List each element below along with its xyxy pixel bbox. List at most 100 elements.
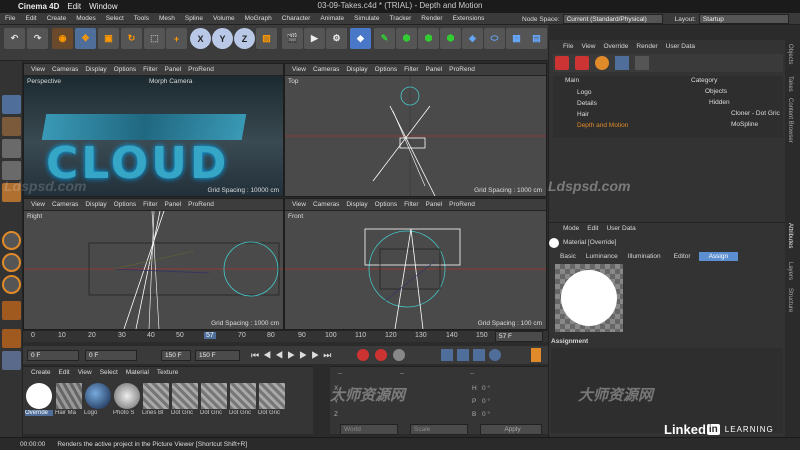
param-key-icon[interactable] [489,349,501,361]
redo-icon[interactable]: ↷ [27,28,48,49]
vp-menu-filter[interactable]: Filter [404,201,418,208]
vtab-objects[interactable]: Objects [787,44,793,64]
vp-menu-display[interactable]: Display [85,201,106,208]
live-select-icon[interactable]: ◉ [52,28,73,49]
category-objects[interactable]: Objects [705,87,727,97]
viewport-canvas[interactable]: Top Grid Spacing : 1000 cm [285,76,546,196]
coord-mode-select[interactable]: Scale [410,424,468,435]
vp-menu-options[interactable]: Options [114,66,136,73]
timeline-playhead[interactable]: 57 [204,332,216,339]
tab-editor[interactable]: Editor [666,252,699,261]
pen-icon[interactable]: ✎ [374,28,395,49]
menu-spline[interactable]: Spline [180,15,208,22]
vp-menu-panel[interactable]: Panel [426,201,443,208]
menu-mograph[interactable]: MoGraph [240,15,277,22]
vtab-content-browser[interactable]: Content Browser [787,98,793,143]
keyframe-selection-icon[interactable] [393,349,405,361]
vp-menu-options[interactable]: Options [114,201,136,208]
scale-icon[interactable]: ▣ [98,28,119,49]
render-view-icon[interactable]: 🎬 [282,28,303,49]
material-label[interactable]: Logo [84,410,112,416]
tab-illumination[interactable]: Illumination [623,252,666,261]
tab-basic[interactable]: Basic [555,252,581,261]
field-icon[interactable]: ⬭ [484,28,505,49]
snap-icon[interactable] [2,231,21,250]
mac-edit-menu[interactable]: Edit [67,2,81,11]
take-item-hair[interactable]: Hair [577,110,589,120]
take-auto-icon[interactable] [615,56,629,70]
vp-menu-display[interactable]: Display [346,201,367,208]
material-label[interactable]: Dot Gric [171,410,199,416]
menu-create[interactable]: Create [42,15,72,22]
vp-menu-prorender[interactable]: ProRend [188,66,214,73]
coordinate-system-icon[interactable]: ▧ [256,28,277,49]
grid-icon[interactable] [2,351,21,370]
mat-menu-texture[interactable]: Texture [157,369,178,376]
vtab-structure[interactable]: Structure [787,288,793,312]
menu-tracker[interactable]: Tracker [384,15,416,22]
mac-window-menu[interactable]: Window [89,2,117,11]
material-swatch[interactable] [230,383,256,409]
snap-settings-icon[interactable] [2,253,21,272]
material-swatch[interactable] [26,383,52,409]
material-label[interactable]: Override [25,410,53,416]
attr-menu-user-data[interactable]: User Data [606,225,635,232]
vp-menu-options[interactable]: Options [375,201,397,208]
takes-menu-file[interactable]: File [563,43,573,50]
render-settings-icon[interactable]: ⚙ [326,28,347,49]
vtab-takes[interactable]: Takes [787,76,793,92]
menu-select[interactable]: Select [101,15,129,22]
vp-menu-view[interactable]: View [292,66,306,73]
menu-render[interactable]: Render [416,15,447,22]
move-icon[interactable]: ✥ [75,28,96,49]
subdivision-icon[interactable]: ⬢ [396,28,417,49]
vp-menu-cameras[interactable]: Cameras [52,201,78,208]
menu-extensions[interactable]: Extensions [448,15,490,22]
coord-system-select[interactable]: World [340,424,398,435]
menu-animate[interactable]: Animate [315,15,349,22]
material-label[interactable]: Dot Gric [229,410,257,416]
take-add-icon[interactable] [555,56,569,70]
render-picture-viewer-icon[interactable]: ▶ [304,28,325,49]
cube-icon[interactable]: ◆ [350,28,371,49]
takes-menu-render[interactable]: Render [636,43,657,50]
model-mode-icon[interactable] [2,95,21,114]
vp-menu-view[interactable]: View [31,66,45,73]
attr-menu-mode[interactable]: Mode [563,225,579,232]
axis-icon[interactable]: + [166,28,187,49]
deformer-icon[interactable]: ◈ [462,28,483,49]
tab-assign[interactable]: Assign [698,252,739,261]
array-icon[interactable]: ⬢ [418,28,439,49]
menu-volume[interactable]: Volume [208,15,240,22]
viewport-canvas[interactable]: Right Grid Spacing : 1000 cm [24,211,283,329]
vp-menu-display[interactable]: Display [346,66,367,73]
autokey-icon[interactable] [375,349,387,361]
current-frame-field[interactable]: 57 F [495,331,543,342]
preview-end-field[interactable]: 150 F [161,350,191,361]
vp-menu-filter[interactable]: Filter [143,66,157,73]
points-mode-icon[interactable] [2,139,21,158]
vp-menu-filter[interactable]: Filter [143,201,157,208]
vp-menu-cameras[interactable]: Cameras [313,66,339,73]
menu-mesh[interactable]: Mesh [154,15,180,22]
material-label[interactable]: Dot Gric [200,410,228,416]
coord-h-value[interactable]: 0 ° [482,385,490,392]
viewport-right[interactable]: View Cameras Display Options Filter Pane… [23,198,284,330]
category-cloner[interactable]: Cloner - Dot Gric [731,109,780,119]
undo-icon[interactable]: ↶ [4,28,25,49]
axis-mode-icon[interactable] [2,329,21,348]
timeline-layout-icon[interactable] [531,348,541,362]
take-remove-icon[interactable] [575,56,589,70]
take-item-logo[interactable]: Logo [577,88,591,98]
mat-menu-edit[interactable]: Edit [59,369,70,376]
vp-menu-view[interactable]: View [292,201,306,208]
texture-mode-icon[interactable] [2,117,21,136]
vtab-layers[interactable]: Layers [787,262,793,280]
workplane-icon[interactable] [2,275,21,294]
menu-simulate[interactable]: Simulate [349,15,384,22]
camera-icon[interactable]: ▤ [526,28,547,49]
timeline-ruler[interactable]: 0 10 20 30 40 50 57 70 80 90 100 110 120… [23,330,548,342]
x-axis-toggle[interactable]: X [190,28,211,49]
end-frame-field[interactable]: 150 F [195,350,240,361]
app-menu[interactable]: Cinema 4D [18,2,59,11]
